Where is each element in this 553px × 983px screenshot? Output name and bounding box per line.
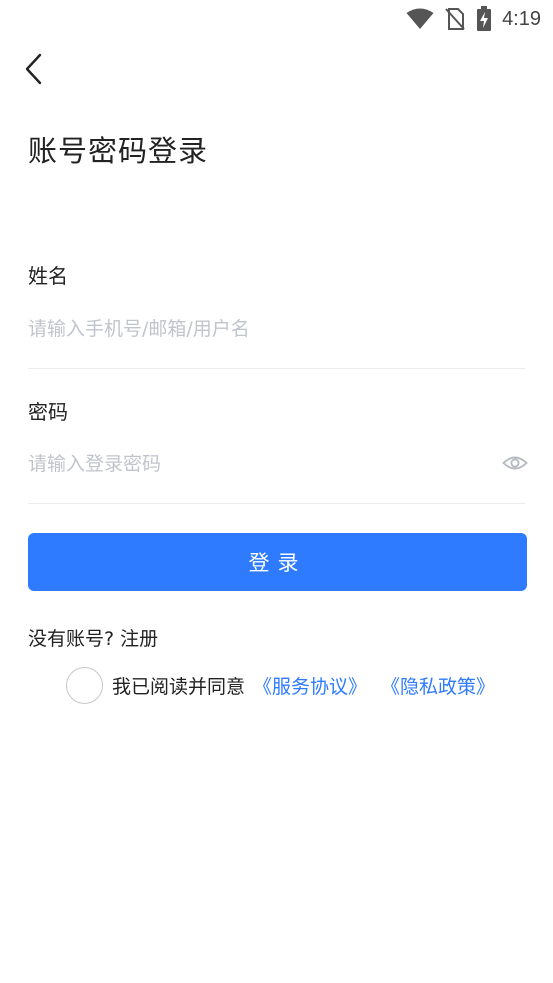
agreement-row: 我已阅读并同意 《服务协议》 《隐私政策》: [66, 666, 495, 704]
username-input[interactable]: [28, 309, 498, 349]
no-sim-icon: [444, 7, 466, 31]
privacy-policy-link[interactable]: 《隐私政策》: [381, 672, 495, 699]
battery-charging-icon: [476, 6, 492, 32]
page-title: 账号密码登录: [28, 134, 209, 168]
status-bar: 4:19: [0, 0, 553, 38]
status-time: 4:19: [502, 7, 541, 30]
register-link[interactable]: 注册: [120, 628, 158, 650]
back-button[interactable]: [18, 53, 50, 89]
wifi-icon: [406, 8, 434, 30]
agreement-text: 我已阅读并同意: [112, 675, 246, 698]
service-agreement-link[interactable]: 《服务协议》: [253, 672, 367, 699]
username-divider: [28, 368, 526, 369]
agreement-checkbox[interactable]: [66, 666, 103, 704]
password-divider: [28, 503, 526, 504]
login-button[interactable]: 登录: [28, 533, 527, 591]
eye-icon[interactable]: [502, 452, 528, 474]
register-prompt: 没有账号?: [28, 628, 121, 650]
password-label: 密码: [28, 400, 68, 424]
register-row: 没有账号? 注册: [28, 624, 158, 651]
password-input[interactable]: [28, 444, 498, 484]
username-label: 姓名: [28, 264, 68, 288]
login-page: 4:19 账号密码登录 姓名 密码 登录 没有账号? 注册 我已阅读并同意 《服…: [0, 0, 553, 983]
chevron-left-icon: [24, 53, 44, 89]
